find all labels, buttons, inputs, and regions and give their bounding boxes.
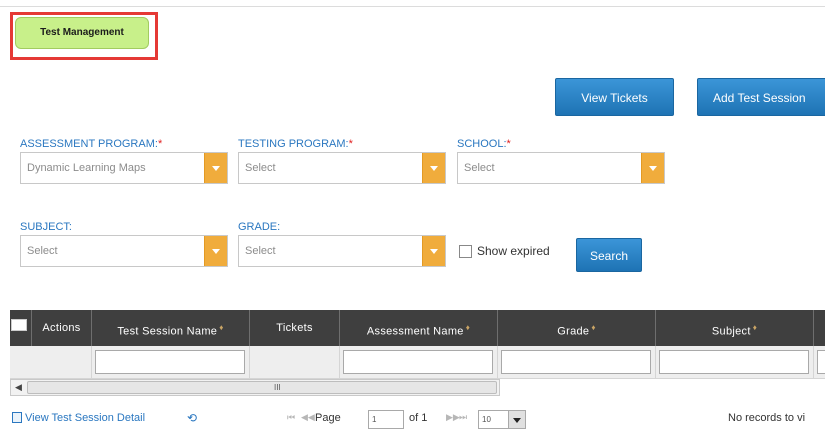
- chevron-down-icon: [204, 236, 227, 266]
- no-records-message: No records to vi: [728, 412, 806, 424]
- grade-filter-input[interactable]: [501, 350, 651, 374]
- chevron-down-icon: [204, 153, 227, 183]
- header-assessment-name[interactable]: Assessment Name ♦: [340, 310, 498, 346]
- filter-cell-tickets: [250, 346, 340, 378]
- next-page-icon[interactable]: ▶▶: [446, 412, 460, 423]
- next-column-filter-input[interactable]: [817, 350, 825, 374]
- grade-label: GRADE:: [238, 221, 281, 233]
- header-tickets: Tickets: [250, 310, 340, 346]
- subject-value: Select: [27, 245, 58, 257]
- filter-cell-next: [814, 346, 825, 378]
- scroll-left-icon[interactable]: ◀: [11, 380, 26, 395]
- scrollbar-thumb[interactable]: III: [27, 381, 497, 394]
- grid-filter-row: [10, 346, 825, 379]
- grade-value: Select: [245, 245, 276, 257]
- header-subject[interactable]: Subject ♦: [656, 310, 814, 346]
- search-button[interactable]: Search: [576, 238, 642, 272]
- header-select-all[interactable]: [10, 310, 32, 346]
- grid-header: Actions Test Session Name ♦ Tickets Asses…: [10, 310, 825, 346]
- filter-cell-test-session-name: [92, 346, 250, 378]
- testing-program-select[interactable]: Select: [238, 152, 446, 184]
- grid-pager: View Test Session Detail ⟲ ⏮ ◀◀ Page 1 o…: [10, 410, 825, 429]
- page-number-input[interactable]: 1: [368, 410, 404, 429]
- sort-icon: ♦: [591, 323, 596, 332]
- filter-cell-actions: [10, 346, 92, 378]
- school-value: Select: [464, 162, 495, 174]
- page-size-select[interactable]: 10: [478, 410, 526, 429]
- grip-icon: III: [274, 383, 281, 392]
- sort-icon: ♦: [465, 323, 471, 332]
- header-test-session-name[interactable]: Test Session Name ♦: [92, 310, 250, 346]
- assessment-name-filter-input[interactable]: [343, 350, 493, 374]
- sort-icon: ♦: [752, 323, 758, 332]
- filter-cell-grade: [498, 346, 656, 378]
- school-label: SCHOOL:*: [457, 138, 511, 150]
- subject-select[interactable]: Select: [20, 235, 228, 267]
- testing-program-value: Select: [245, 162, 276, 174]
- sort-icon: ♦: [219, 323, 224, 332]
- assessment-program-value: Dynamic Learning Maps: [27, 162, 146, 174]
- filter-cell-assessment-name: [340, 346, 498, 378]
- header-grade[interactable]: Grade ♦: [498, 310, 656, 346]
- subject-label: SUBJECT:: [20, 221, 72, 233]
- page-label: Page: [315, 412, 341, 424]
- chevron-down-icon: [508, 411, 525, 428]
- show-expired-label: Show expired: [477, 244, 550, 258]
- page-size-value: 10: [482, 415, 491, 424]
- chevron-down-icon: [422, 236, 445, 266]
- subject-filter-input[interactable]: [659, 350, 809, 374]
- last-page-icon[interactable]: ⏭: [459, 412, 467, 423]
- filter-cell-subject: [656, 346, 814, 378]
- assessment-program-select[interactable]: Dynamic Learning Maps: [20, 152, 228, 184]
- testing-program-label: TESTING PROGRAM:*: [238, 138, 353, 150]
- view-test-session-detail-link[interactable]: View Test Session Detail: [25, 412, 145, 424]
- view-tickets-button[interactable]: View Tickets: [555, 78, 674, 116]
- refresh-icon[interactable]: ⟲: [187, 411, 197, 425]
- horizontal-scrollbar[interactable]: ◀ III: [10, 379, 500, 396]
- prev-page-icon[interactable]: ◀◀: [301, 412, 315, 423]
- header-actions: Actions: [32, 310, 92, 346]
- select-all-checkbox[interactable]: [11, 319, 27, 331]
- top-divider: [0, 6, 825, 7]
- assessment-program-label: ASSESSMENT PROGRAM:*: [20, 138, 163, 150]
- tab-test-management[interactable]: Test Management: [15, 17, 149, 49]
- page-count: of 1: [409, 412, 428, 424]
- show-expired-checkbox[interactable]: [459, 245, 472, 258]
- add-test-session-button[interactable]: Add Test Session: [697, 78, 825, 116]
- test-session-name-filter-input[interactable]: [95, 350, 245, 374]
- chevron-down-icon: [422, 153, 445, 183]
- first-page-icon[interactable]: ⏮: [287, 412, 295, 423]
- chevron-down-icon: [641, 153, 664, 183]
- grade-select[interactable]: Select: [238, 235, 446, 267]
- school-select[interactable]: Select: [457, 152, 665, 184]
- document-icon: [12, 412, 22, 423]
